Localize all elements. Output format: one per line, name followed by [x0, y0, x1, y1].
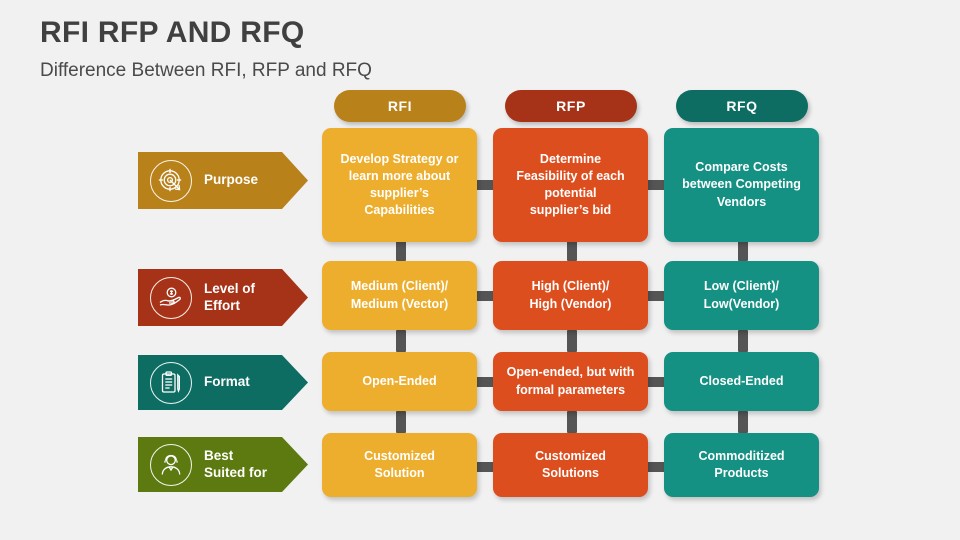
connector-vertical [738, 330, 748, 352]
row-label-level-of-effort-text: Level of Effort [204, 280, 256, 313]
cell-text: Low (Client)/ Low(Vendor) [703, 279, 780, 311]
row-label-purpose[interactable]: Purpose [138, 152, 308, 209]
cell-text: Customized Solution [364, 448, 435, 480]
cell-best-suited-rfp[interactable]: Customized Solutions [493, 433, 648, 497]
cell-effort-rfp[interactable]: High (Client)/ High (Vendor) [493, 261, 648, 330]
connector-vertical [738, 411, 748, 433]
cell-text: Develop Strategy or learn more about sup… [340, 151, 459, 218]
cell-purpose-rfp[interactable]: Determine Feasibility of each potential … [493, 128, 648, 242]
comparison-diagram: RFI RFP RFQ Purpose Level of Effort Form… [0, 0, 960, 540]
row-label-level-of-effort[interactable]: Level of Effort [138, 269, 308, 326]
cell-text: Compare Costs between Competing Vendors [682, 160, 801, 209]
row-label-format-text: Format [204, 374, 250, 390]
cell-text: Open-Ended [362, 373, 437, 388]
target-icon [150, 160, 192, 202]
cell-text: Commoditized Products [698, 448, 785, 480]
cell-format-rfp[interactable]: Open-ended, but with formal parameters [493, 352, 648, 411]
row-label-best-suited-for[interactable]: Best Suited for [138, 437, 308, 492]
cell-format-rfi[interactable]: Open-Ended [322, 352, 477, 411]
row-label-best-suited-for-text: Best Suited for [204, 447, 267, 480]
connector-vertical [396, 411, 406, 433]
column-header-rfq: RFQ [676, 90, 808, 122]
cell-text: Determine Feasibility of each potential … [516, 151, 625, 218]
cell-text: Customized Solutions [535, 448, 606, 480]
column-header-rfi-label: RFI [387, 98, 413, 114]
column-header-rfi: RFI [334, 90, 466, 122]
cell-format-rfq[interactable]: Closed-Ended [664, 352, 819, 411]
row-label-purpose-text: Purpose [204, 172, 259, 188]
connector-vertical [567, 239, 577, 261]
cell-text: Open-ended, but with formal parameters [506, 365, 635, 397]
cell-best-suited-rfq[interactable]: Commoditized Products [664, 433, 819, 497]
row-label-format[interactable]: Format [138, 355, 308, 410]
connector-vertical [738, 239, 748, 261]
column-header-rfp: RFP [505, 90, 637, 122]
cell-effort-rfi[interactable]: Medium (Client)/ Medium (Vector) [322, 261, 477, 330]
connector-vertical [567, 330, 577, 352]
connector-vertical [567, 411, 577, 433]
cell-effort-rfq[interactable]: Low (Client)/ Low(Vendor) [664, 261, 819, 330]
cell-purpose-rfq[interactable]: Compare Costs between Competing Vendors [664, 128, 819, 242]
cell-text: High (Client)/ High (Vendor) [529, 279, 612, 311]
hand-money-icon [150, 277, 192, 319]
column-header-rfp-label: RFP [556, 98, 586, 114]
support-agent-icon [150, 444, 192, 486]
connector-vertical [396, 239, 406, 261]
column-header-rfq-label: RFQ [726, 98, 758, 114]
cell-text: Closed-Ended [699, 373, 784, 388]
connector-vertical [396, 330, 406, 352]
cell-text: Medium (Client)/ Medium (Vector) [350, 279, 449, 311]
cell-best-suited-rfi[interactable]: Customized Solution [322, 433, 477, 497]
cell-purpose-rfi[interactable]: Develop Strategy or learn more about sup… [322, 128, 477, 242]
clipboard-icon [150, 362, 192, 404]
